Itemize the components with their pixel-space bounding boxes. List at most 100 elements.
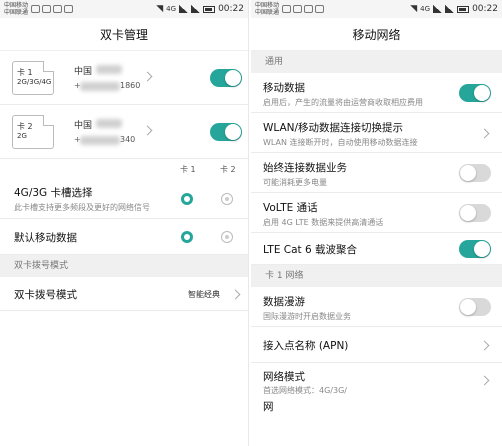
- notification-icons: [282, 5, 325, 13]
- item-label: 网络模式: [263, 371, 305, 383]
- signal-icon: [445, 5, 455, 13]
- wifi-icon: ◥: [156, 4, 164, 14]
- slot-card2-radio[interactable]: [221, 193, 233, 205]
- battery-icon: [457, 5, 470, 13]
- item-label: 接入点名称 (APN): [263, 340, 349, 352]
- page-title: 移动网络: [251, 18, 502, 51]
- card1-network-section-header: 卡 1 网络: [251, 265, 502, 287]
- signal-icon: [179, 5, 189, 13]
- mobile-network-screen: 中国移动 中国联通 ◥ 4G 00:22 移动网络 通用 移动数据 启用后，产生…: [251, 0, 502, 446]
- notification-icon: [282, 5, 292, 13]
- bottom-fade: [251, 422, 502, 446]
- default-data-row: 默认移动数据: [0, 219, 248, 255]
- status-right: ◥ 4G 00:22: [156, 4, 244, 14]
- slot-card1-radio[interactable]: [181, 193, 193, 205]
- sim-enable-toggle[interactable]: [210, 69, 242, 87]
- redacted-carrier: [96, 65, 122, 74]
- notification-icon: [64, 5, 74, 13]
- clock: 00:22: [218, 4, 244, 14]
- wifi-icon: ◥: [410, 4, 418, 14]
- chevron-right-icon[interactable]: [479, 375, 490, 386]
- sim-name: 卡 2: [17, 122, 33, 131]
- column-card1: 卡 1: [180, 165, 196, 174]
- slot-select-row: 4G/3G 卡槽选择 此卡槽支持更多频段及更好的网络信号: [0, 179, 248, 219]
- always-on-data-row[interactable]: 始终连接数据业务 可能消耗更多电量: [251, 153, 502, 193]
- notification-icon: [31, 5, 41, 13]
- slot-select-desc: 此卡槽支持更多频段及更好的网络信号: [14, 203, 150, 212]
- status-bar: 中国移动 中国联通 ◥ 4G 00:22: [251, 0, 502, 18]
- dial-mode-value: 智能经典: [188, 290, 220, 299]
- dial-mode-label: 双卡拨号模式: [14, 289, 77, 301]
- lte-carrier-aggregation-row[interactable]: LTE Cat 6 载波聚合: [251, 233, 502, 265]
- redacted-number: [80, 82, 120, 91]
- redacted-carrier: [96, 119, 122, 128]
- mobile-data-row[interactable]: 移动数据 启用后，产生的流量将由运营商收取相应费用: [251, 73, 502, 113]
- sim-enable-toggle[interactable]: [210, 123, 242, 141]
- sim-name: 卡 1: [17, 68, 33, 77]
- item-label: 网: [263, 401, 274, 413]
- apn-row[interactable]: 接入点名称 (APN): [251, 327, 502, 363]
- chevron-right-icon[interactable]: [479, 128, 490, 139]
- chevron-right-icon[interactable]: [230, 289, 241, 300]
- item-label: WLAN/移动数据连接切换提示: [263, 122, 404, 134]
- sim-network: 2G/3G/4G: [17, 78, 52, 86]
- data-roaming-row[interactable]: 数据漫游 国际漫游时开启数据业务: [251, 287, 502, 327]
- dial-section-header: 双卡拨号模式: [0, 255, 248, 277]
- sim-number-suffix: 1860: [120, 81, 141, 90]
- sim-carrier: 中国: [74, 121, 93, 131]
- item-desc: 国际漫游时开启数据业务: [263, 312, 351, 321]
- carrier-labels: 中国移动 中国联通: [4, 2, 28, 16]
- chevron-right-icon[interactable]: [479, 340, 490, 351]
- chevron-right-icon[interactable]: [142, 125, 153, 136]
- notification-icon: [304, 5, 314, 13]
- screenshot-composite: 中国移动 中国联通 ◥ 4G 00:22 双卡管理 卡 1 2G/3G/4G 中…: [0, 0, 502, 446]
- item-label: VoLTE 通话: [263, 202, 318, 214]
- sim-carrier: 中国: [74, 67, 93, 77]
- item-desc: 启用后，产生的流量将由运营商收取相应费用: [263, 98, 423, 107]
- chevron-right-icon[interactable]: [142, 71, 153, 82]
- network-mode-row[interactable]: 网络模式 首选网络模式：4G/3G/: [251, 363, 502, 399]
- item-label: 数据漫游: [263, 296, 305, 308]
- carrier-top: 中国移动: [4, 2, 29, 9]
- card-column-headers: 卡 1 卡 2: [0, 159, 248, 179]
- dual-sim-management-screen: 中国移动 中国联通 ◥ 4G 00:22 双卡管理 卡 1 2G/3G/4G 中…: [0, 0, 249, 446]
- slot-select-label: 4G/3G 卡槽选择: [14, 187, 93, 199]
- sim-card-icon: 卡 2 2G: [12, 115, 54, 149]
- carrier-labels: 中国移动 中国联通: [255, 2, 279, 16]
- sim-card-row[interactable]: 卡 2 2G 中国 + 340: [0, 105, 248, 159]
- partial-row[interactable]: 网: [251, 399, 502, 419]
- sim-number-suffix: 340: [120, 135, 136, 144]
- lte-ca-toggle[interactable]: [459, 240, 491, 258]
- item-label: LTE Cat 6 载波聚合: [263, 244, 358, 256]
- notification-icon: [293, 5, 303, 13]
- data-roaming-toggle[interactable]: [459, 298, 491, 316]
- status-right: ◥ 4G 00:22: [410, 4, 498, 14]
- always-on-data-toggle[interactable]: [459, 164, 491, 182]
- mobile-data-toggle[interactable]: [459, 84, 491, 102]
- column-card2: 卡 2: [220, 165, 236, 174]
- item-desc: WLAN 连接断开时，自动使用移动数据连接: [263, 138, 418, 147]
- clock: 00:22: [472, 4, 498, 14]
- default-data-label: 默认移动数据: [14, 232, 77, 244]
- notification-icons: [31, 5, 74, 13]
- sim-card-icon: 卡 1 2G/3G/4G: [12, 61, 54, 95]
- item-label: 移动数据: [263, 82, 305, 94]
- sim-card-row[interactable]: 卡 1 2G/3G/4G 中国 + 1860: [0, 51, 248, 105]
- wlan-switch-prompt-row[interactable]: WLAN/移动数据连接切换提示 WLAN 连接断开时，自动使用移动数据连接: [251, 113, 502, 153]
- default-data-card2-radio[interactable]: [221, 231, 233, 243]
- page-title: 双卡管理: [0, 18, 248, 51]
- dial-mode-row[interactable]: 双卡拨号模式 智能经典: [0, 277, 248, 311]
- signal-icon: [191, 5, 201, 13]
- default-data-card1-radio[interactable]: [181, 231, 193, 243]
- signal-icon: [433, 5, 443, 13]
- notification-icon: [42, 5, 52, 13]
- sim-network: 2G: [17, 132, 27, 140]
- notification-icon: [315, 5, 325, 13]
- notification-icon: [53, 5, 63, 13]
- volte-toggle[interactable]: [459, 204, 491, 222]
- item-desc: 首选网络模式：4G/3G/: [263, 386, 347, 395]
- item-desc: 启用 4G LTE 数据来提供高清通话: [263, 218, 384, 227]
- network-type: 4G: [166, 5, 177, 13]
- status-bar: 中国移动 中国联通 ◥ 4G 00:22: [0, 0, 248, 18]
- volte-row[interactable]: VoLTE 通话 启用 4G LTE 数据来提供高清通话: [251, 193, 502, 233]
